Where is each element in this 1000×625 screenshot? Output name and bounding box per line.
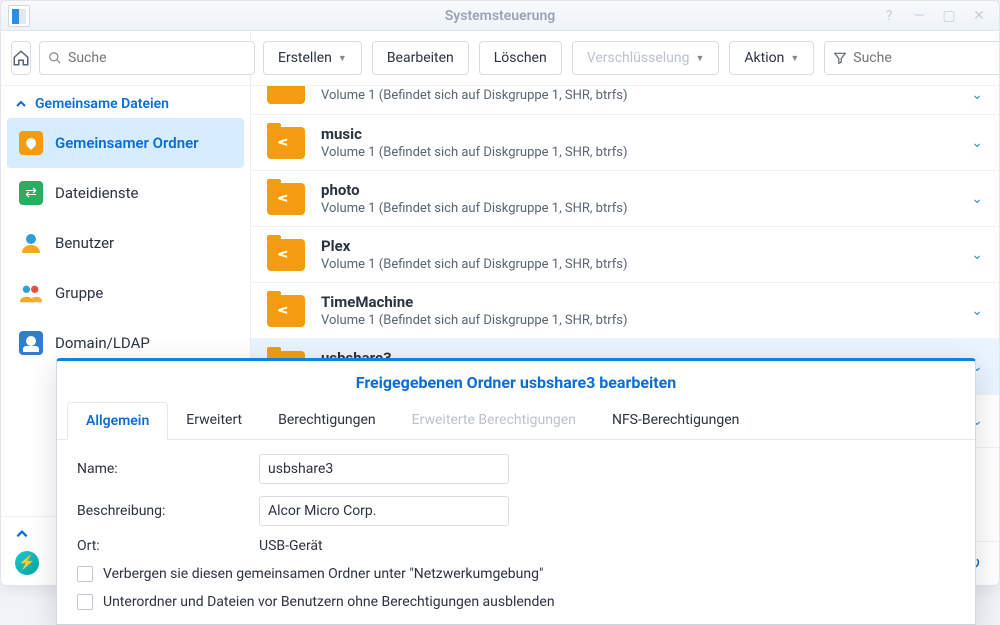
delete-button[interactable]: Löschen <box>479 41 562 75</box>
sidebar-item-user[interactable]: Benutzer <box>1 218 250 268</box>
dialog-tab[interactable]: Berechtigungen <box>260 402 394 439</box>
chevron-up-icon[interactable] <box>15 527 29 541</box>
description-input[interactable] <box>259 496 509 526</box>
toolbar-search-input[interactable] <box>853 50 999 66</box>
sidebar-item-file-services[interactable]: Dateidienste <box>1 168 250 218</box>
share-name: TimeMachine <box>321 293 955 311</box>
location-value: USB-Gerät <box>259 538 323 554</box>
caret-down-icon: ▼ <box>790 53 799 64</box>
sidebar-item-label: Gemeinsamer Ordner <box>55 134 199 152</box>
dialog-tab: Erweiterte Berechtigungen <box>394 402 594 439</box>
folder-icon <box>267 86 305 104</box>
dialog-form: Name: Beschreibung: Ort: USB-Gerät Verbe… <box>57 440 975 624</box>
help-icon[interactable]: ? <box>875 5 903 27</box>
folder-icon <box>267 295 305 327</box>
filter-icon <box>833 51 847 65</box>
share-row[interactable]: Volume 1 (Befindet sich auf Diskgruppe 1… <box>251 86 999 115</box>
caret-down-icon: ▼ <box>695 53 704 64</box>
sidebar-item-group[interactable]: Gruppe <box>1 268 250 318</box>
sidebar-search-input[interactable] <box>68 50 246 66</box>
checkbox-label: Verbergen sie diesen gemeinsamen Ordner … <box>103 566 543 582</box>
sidebar-item-label: Gruppe <box>55 284 103 302</box>
create-button[interactable]: Erstellen▼ <box>263 41 362 75</box>
group-icon <box>19 281 43 305</box>
minimize-icon[interactable]: — <box>905 5 933 27</box>
hide-network-checkbox[interactable]: Verbergen sie diesen gemeinsamen Ordner … <box>77 566 955 582</box>
share-subtitle: Volume 1 (Befindet sich auf Diskgruppe 1… <box>321 257 955 272</box>
share-row[interactable]: TimeMachine Volume 1 (Befindet sich auf D… <box>251 283 999 339</box>
checkbox-label: Unterordner und Dateien vor Benutzern oh… <box>103 594 555 610</box>
dialog-tab[interactable]: Allgemein <box>67 402 168 440</box>
location-label: Ort: <box>77 538 247 554</box>
dialog-tab[interactable]: NFS-Berechtigungen <box>594 402 757 439</box>
toolbar-search[interactable] <box>824 41 999 75</box>
sidebar-app-shortcut[interactable]: ⚡ <box>15 551 39 575</box>
search-icon <box>48 51 62 65</box>
share-name: music <box>321 125 955 143</box>
folder-icon <box>267 127 305 159</box>
share-name: Plex <box>321 237 955 255</box>
name-input[interactable] <box>259 454 509 484</box>
sidebar-item-label: Benutzer <box>55 234 114 252</box>
sidebar-section-toggle[interactable]: Gemeinsame Dateien <box>1 86 250 118</box>
name-label: Name: <box>77 461 247 477</box>
hide-subfolders-checkbox[interactable]: Unterordner und Dateien vor Benutzern oh… <box>77 594 955 610</box>
close-icon[interactable]: ✕ <box>965 5 993 27</box>
share-subtitle: Volume 1 (Befindet sich auf Diskgruppe 1… <box>321 88 955 103</box>
user-icon <box>19 231 43 255</box>
edit-button[interactable]: Bearbeiten <box>372 41 469 75</box>
checkbox-icon <box>77 566 93 582</box>
domain-icon <box>19 331 43 355</box>
chevron-up-icon <box>15 98 27 110</box>
dialog-title: Freigegebenen Ordner usbshare3 bearbeite… <box>57 361 975 402</box>
chevron-down-icon[interactable]: ⌄ <box>971 135 983 151</box>
share-subtitle: Volume 1 (Befindet sich auf Diskgruppe 1… <box>321 145 955 160</box>
dialog-tabs: AllgemeinErweitertBerechtigungenErweiter… <box>57 402 975 440</box>
sidebar-section-label: Gemeinsame Dateien <box>35 96 169 112</box>
chevron-down-icon[interactable]: ⌄ <box>971 191 983 207</box>
sidebar-item-label: Dateidienste <box>55 184 138 202</box>
file-services-icon <box>19 181 43 205</box>
share-name: photo <box>321 181 955 199</box>
sidebar-search[interactable] <box>39 41 255 75</box>
encrypt-button: Verschlüsselung▼ <box>572 41 720 75</box>
window-title: Systemsteuerung <box>445 8 556 24</box>
chevron-down-icon[interactable]: ⌄ <box>971 87 983 103</box>
app-icon <box>8 5 30 27</box>
share-row[interactable]: photo Volume 1 (Befindet sich auf Diskgru… <box>251 171 999 227</box>
share-row[interactable]: music Volume 1 (Befindet sich auf Diskgru… <box>251 115 999 171</box>
edit-share-dialog: Freigegebenen Ordner usbshare3 bearbeite… <box>56 358 976 625</box>
sidebar-item-shared-folder[interactable]: Gemeinsamer Ordner <box>7 118 244 168</box>
chevron-down-icon[interactable]: ⌄ <box>971 303 983 319</box>
share-row[interactable]: Plex Volume 1 (Befindet sich auf Diskgrup… <box>251 227 999 283</box>
folder-icon <box>267 183 305 215</box>
folder-icon <box>267 239 305 271</box>
maximize-icon[interactable]: ▢ <box>935 5 963 27</box>
description-label: Beschreibung: <box>77 503 247 519</box>
home-button[interactable] <box>11 41 31 75</box>
shared-folder-icon <box>19 131 43 155</box>
chevron-down-icon[interactable]: ⌄ <box>971 247 983 263</box>
action-button[interactable]: Aktion▼ <box>729 41 814 75</box>
toolbar: Erstellen▼ Bearbeiten Löschen Verschlüss… <box>251 31 999 86</box>
titlebar[interactable]: Systemsteuerung ? — ▢ ✕ <box>1 1 999 31</box>
checkbox-icon <box>77 594 93 610</box>
share-subtitle: Volume 1 (Befindet sich auf Diskgruppe 1… <box>321 313 955 328</box>
share-subtitle: Volume 1 (Befindet sich auf Diskgruppe 1… <box>321 201 955 216</box>
caret-down-icon: ▼ <box>338 53 347 64</box>
home-icon <box>12 49 30 67</box>
sidebar-item-label: Domain/LDAP <box>55 334 150 352</box>
dialog-tab[interactable]: Erweitert <box>168 402 260 439</box>
